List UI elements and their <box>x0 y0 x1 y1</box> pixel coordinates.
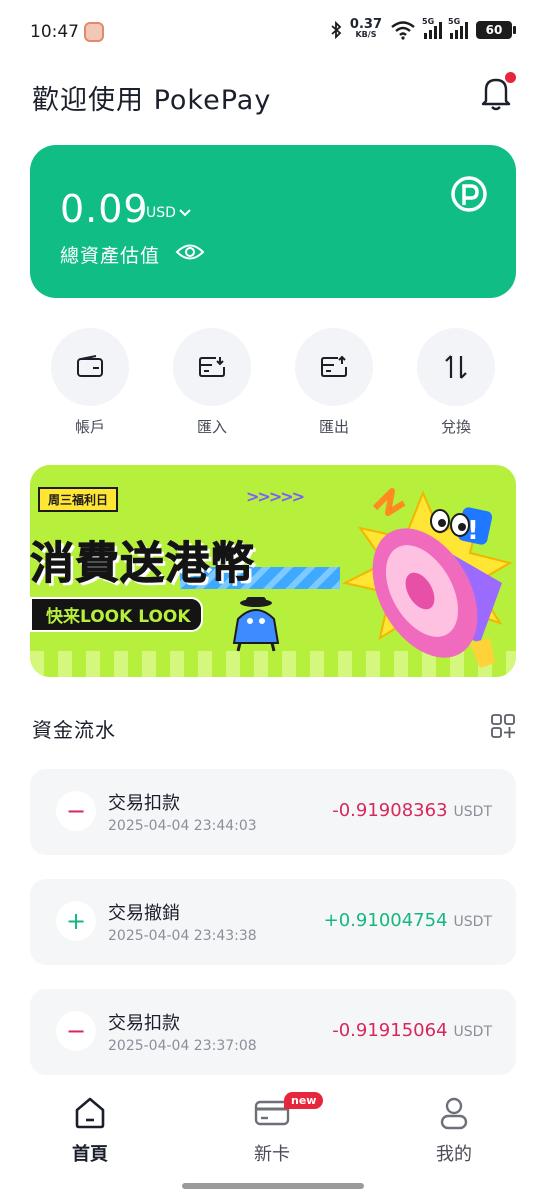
action-deposit[interactable]: 匯入 <box>172 328 252 437</box>
transaction-title: 交易撤銷 <box>108 903 180 924</box>
eye-icon[interactable] <box>175 242 205 262</box>
exchange-icon <box>445 355 467 379</box>
transaction-amount: +0.91004754 <box>323 910 448 931</box>
new-badge: new <box>284 1092 324 1109</box>
banner-chevrons-icon: >>>>> <box>246 487 305 506</box>
transaction-time: 2025-04-04 23:44:03 <box>108 818 257 834</box>
sim2-label: 5G <box>448 17 461 26</box>
total-assets-label: 總資產估值 <box>60 245 161 267</box>
banner-title: 消費送港幣 <box>30 538 255 590</box>
app-notification-icon <box>84 22 104 42</box>
balance-amount: 0.09 <box>60 187 149 231</box>
currency-selector[interactable]: USD <box>146 205 191 221</box>
nav-new-card-label: 新卡 <box>254 1144 290 1165</box>
quick-actions: 帳戶 匯入 匯出 兌換 <box>30 328 516 438</box>
withdraw-icon <box>321 355 347 377</box>
net-speed-value: 0.37 <box>349 17 382 32</box>
wifi-icon <box>391 21 415 40</box>
home-indicator[interactable] <box>182 1183 364 1189</box>
nav-new-card[interactable]: new 新卡 <box>212 1092 332 1166</box>
megaphone-illustration: ! <box>342 488 513 668</box>
chevron-down-icon <box>179 209 191 217</box>
nav-me[interactable]: 我的 <box>394 1096 514 1166</box>
transaction-unit: USDT <box>453 914 492 930</box>
action-withdraw[interactable]: 匯出 <box>294 328 374 437</box>
notification-dot <box>505 72 516 83</box>
transaction-time: 2025-04-04 23:43:38 <box>108 928 257 944</box>
transaction-title: 交易扣款 <box>108 793 180 814</box>
signal-sim2-icon: 5G <box>448 17 468 39</box>
signal-sim1-icon: 5G <box>422 17 442 39</box>
transaction-item[interactable]: + 交易撤銷 2025-04-04 23:43:38 +0.91004754 U… <box>30 879 516 965</box>
section-title-flow: 資金流水 <box>32 718 116 742</box>
plus-icon: + <box>56 901 96 941</box>
battery-level: 60 <box>485 23 503 37</box>
battery-icon: 60 <box>476 21 516 39</box>
grid-add-icon[interactable] <box>490 713 516 739</box>
action-account-label: 帳戶 <box>74 418 105 436</box>
currency-label: USD <box>146 205 176 221</box>
balance-card[interactable]: 0.09 USD 總資產估值 <box>30 145 516 298</box>
action-account[interactable]: 帳戶 <box>50 328 130 437</box>
page-title: 歡迎使用 PokePay <box>32 85 272 116</box>
transaction-amount: -0.91908363 <box>332 800 448 821</box>
transaction-amount-group: -0.91915064 USDT <box>332 1020 492 1041</box>
action-deposit-label: 匯入 <box>196 418 227 436</box>
action-exchange-label: 兌換 <box>440 418 471 436</box>
action-exchange[interactable]: 兌換 <box>416 328 496 437</box>
sim1-label: 5G <box>422 17 435 26</box>
user-icon <box>440 1097 468 1130</box>
transaction-item[interactable]: − 交易扣款 2025-04-04 23:37:08 -0.91915064 U… <box>30 989 516 1075</box>
mascot-illustration <box>232 597 280 652</box>
deposit-icon <box>199 357 225 377</box>
minus-icon: − <box>56 791 96 831</box>
nav-home[interactable]: 首頁 <box>30 1096 150 1166</box>
transaction-title: 交易扣款 <box>108 1013 180 1034</box>
transaction-amount-group: -0.91908363 USDT <box>332 800 492 821</box>
transaction-amount: -0.91915064 <box>332 1020 448 1041</box>
status-indicators: 0.37 KB/S 5G 5G 60 <box>330 17 516 40</box>
nav-home-label: 首頁 <box>72 1144 108 1165</box>
banner-tag: 周三福利日 <box>38 487 119 512</box>
nav-me-label: 我的 <box>436 1144 472 1165</box>
bottom-nav: 首頁 new 新卡 我的 <box>0 1080 546 1200</box>
home-icon <box>75 1097 105 1129</box>
transaction-amount-group: +0.91004754 USDT <box>324 910 492 931</box>
status-time: 10:47 <box>30 22 79 42</box>
promo-banner[interactable]: 周三福利日 >>>>> 消費送港幣 快来LOOK LOOK ! <box>30 465 516 677</box>
status-bar: 10:47 0.37 KB/S 5G 5G 60 <box>0 0 546 66</box>
action-withdraw-label: 匯出 <box>318 418 349 436</box>
transaction-unit: USDT <box>453 1024 492 1040</box>
banner-cta: 快来LOOK LOOK <box>30 597 203 632</box>
transaction-unit: USDT <box>453 804 492 820</box>
minus-icon: − <box>56 1011 96 1051</box>
wallet-icon <box>77 355 103 377</box>
net-speed: 0.37 KB/S <box>349 17 382 40</box>
transaction-item[interactable]: − 交易扣款 2025-04-04 23:44:03 -0.91908363 U… <box>30 769 516 855</box>
bluetooth-icon <box>331 21 342 39</box>
transaction-time: 2025-04-04 23:37:08 <box>108 1038 257 1054</box>
pokepay-logo-icon <box>451 176 487 212</box>
net-speed-unit: KB/S <box>355 30 377 39</box>
